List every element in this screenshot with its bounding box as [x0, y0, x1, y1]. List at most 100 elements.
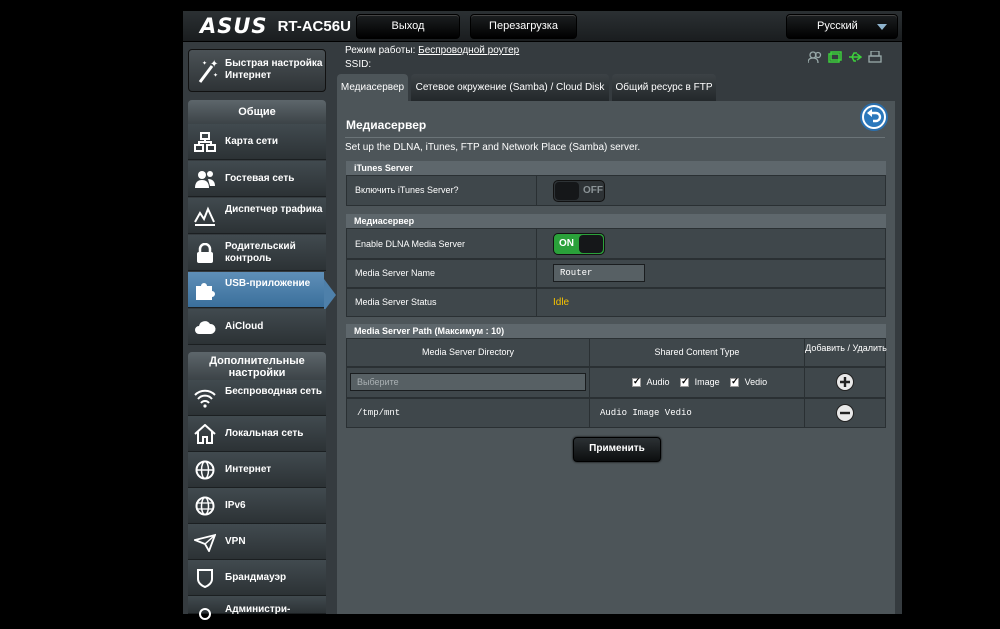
- media-section-header: Медиасервер: [346, 214, 886, 228]
- row-separator: [536, 289, 537, 316]
- itunes-toggle[interactable]: OFF: [553, 180, 605, 202]
- home-icon: [194, 423, 216, 444]
- toggle-knob: [579, 235, 603, 253]
- cloud-icon: [194, 317, 216, 337]
- add-path-button[interactable]: [836, 373, 854, 391]
- brand-logo: ASUS RT-AC56U: [200, 14, 351, 38]
- sidebar-item-network-map[interactable]: Карта сети: [188, 124, 326, 160]
- audio-checkbox[interactable]: [632, 376, 641, 388]
- tab-ftp-share[interactable]: Общий ресурс в FTP: [612, 74, 716, 101]
- sidebar-item-label: AiCloud: [225, 321, 264, 332]
- svg-text:✦: ✦: [210, 59, 218, 70]
- magic-wand-icon: ✦ ✦ ✦: [197, 58, 219, 89]
- ipv6-globe-icon: [194, 496, 216, 516]
- sidebar-item-label: VPN: [225, 536, 246, 547]
- network-status-icon[interactable]: [828, 51, 842, 63]
- plus-icon: [840, 377, 850, 387]
- toggle-state: OFF: [583, 185, 603, 196]
- printer-icon[interactable]: [868, 51, 882, 63]
- itunes-enable-label: Включить iTunes Server?: [355, 185, 459, 195]
- sidebar-item-label: Родительский контроль: [225, 241, 296, 264]
- sidebar-item-label: Брандмауэр: [225, 572, 287, 583]
- back-button[interactable]: [860, 103, 888, 131]
- asus-logo: ASUS: [200, 14, 268, 38]
- itunes-enable-row: Включить iTunes Server? OFF: [346, 175, 886, 206]
- dlna-enable-row: Enable DLNA Media Server ON: [346, 228, 886, 259]
- sidebar-item-label: USB-приложение: [225, 278, 311, 289]
- sidebar-item-administration[interactable]: Администри-: [188, 596, 326, 620]
- sidebar-item-label: Гостевая сеть: [225, 173, 295, 184]
- row-separator: [536, 260, 537, 287]
- sidebar-item-label: Интернет: [225, 464, 272, 475]
- back-arrow-icon: [864, 107, 884, 127]
- row-separator: [536, 229, 537, 258]
- clients-icon[interactable]: [808, 51, 822, 63]
- sidebar-item-label: IPv6: [225, 500, 246, 511]
- sidebar-item-internet[interactable]: Интернет: [188, 452, 326, 488]
- toggle-state: ON: [559, 238, 574, 249]
- sidebar-item-label: Карта сети: [225, 136, 279, 147]
- page-description: Set up the DLNA, iTunes, FTP and Network…: [345, 142, 641, 153]
- lock-icon: [194, 242, 216, 263]
- directory-input[interactable]: Выберите: [350, 373, 586, 391]
- logout-button[interactable]: Выход: [356, 14, 460, 39]
- video-label: Vedio: [744, 377, 768, 387]
- sidebar-item-lan[interactable]: Локальная сеть: [188, 416, 326, 452]
- usb-icon[interactable]: [848, 51, 862, 63]
- column-header-directory: Media Server Directory: [347, 339, 590, 366]
- media-server-name-input[interactable]: Router: [553, 264, 645, 282]
- tab-media-server[interactable]: Медиасервер: [337, 74, 408, 101]
- image-checkbox[interactable]: [680, 376, 690, 388]
- tab-samba-cloud-disk[interactable]: Сетевое окружение (Samba) / Cloud Disk: [411, 74, 609, 101]
- operation-mode-link[interactable]: Беспроводной роутер: [418, 45, 519, 56]
- media-server-status-value: Idle: [553, 297, 570, 308]
- shield-icon: [194, 568, 216, 589]
- action-cell: [805, 399, 887, 427]
- globe-icon: [194, 460, 216, 480]
- column-header-action: Добавить / Удалить: [805, 343, 887, 353]
- dlna-toggle[interactable]: ON: [553, 233, 605, 255]
- action-cell: [805, 368, 887, 397]
- model-name: RT-AC56U: [277, 17, 351, 35]
- sidebar-item-ipv6[interactable]: IPv6: [188, 488, 326, 524]
- network-map-icon: [194, 132, 216, 152]
- itunes-section-header: iTunes Server: [346, 161, 886, 175]
- media-server-name-row: Media Server Name Router: [346, 259, 886, 288]
- title-divider: [345, 137, 885, 138]
- language-select[interactable]: Русский: [786, 14, 898, 39]
- row-separator: [536, 176, 537, 205]
- vpn-icon: [192, 532, 217, 554]
- sidebar-item-label: Диспетчер трафика: [225, 204, 323, 215]
- path-add-row: Выберите Audio Image Vedio: [346, 367, 886, 398]
- sidebar-item-vpn[interactable]: VPN: [188, 524, 326, 560]
- sidebar-item-aicloud[interactable]: AiCloud: [188, 309, 326, 345]
- minus-icon: [840, 411, 850, 415]
- puzzle-icon: [194, 280, 216, 300]
- quick-setup-button[interactable]: ✦ ✦ ✦ Быстрая настройка Интернет: [188, 49, 326, 92]
- active-indicator-arrow: [324, 279, 336, 311]
- guest-network-icon: [194, 169, 216, 189]
- apply-button[interactable]: Применить: [573, 437, 661, 462]
- chevron-down-icon: [877, 24, 887, 30]
- sidebar-item-guest-network[interactable]: Гостевая сеть: [188, 161, 326, 197]
- operation-mode: Режим работы: Беспроводной роутер: [345, 45, 519, 56]
- sidebar-item-usb-application[interactable]: USB-приложение: [188, 272, 324, 308]
- reboot-button[interactable]: Перезагрузка: [470, 14, 577, 39]
- sidebar-item-firewall[interactable]: Брандмауэр: [188, 560, 326, 596]
- media-server-status-label: Media Server Status: [355, 297, 437, 307]
- remove-path-button[interactable]: [836, 404, 854, 422]
- path-section-header: Media Server Path (Максимум : 10): [346, 324, 886, 338]
- sidebar-item-label: Беспроводная сеть: [225, 386, 323, 397]
- content-type-cell: Audio Image Vedio: [590, 368, 805, 397]
- media-server-status-row: Media Server Status Idle: [346, 288, 886, 317]
- svg-text:✦: ✦: [202, 60, 207, 67]
- operation-mode-label: Режим работы:: [345, 45, 416, 56]
- media-server-name-label: Media Server Name: [355, 268, 436, 278]
- sidebar-item-traffic-manager[interactable]: Диспетчер трафика: [188, 198, 326, 234]
- status-icons: [808, 51, 882, 63]
- sidebar-item-parental-control[interactable]: Родительский контроль: [188, 235, 326, 271]
- sidebar-general-title: Общие: [188, 100, 326, 124]
- column-header-content-type: Shared Content Type: [590, 339, 805, 366]
- sidebar-item-wireless[interactable]: Беспроводная сеть: [188, 380, 326, 416]
- video-checkbox[interactable]: [730, 376, 740, 388]
